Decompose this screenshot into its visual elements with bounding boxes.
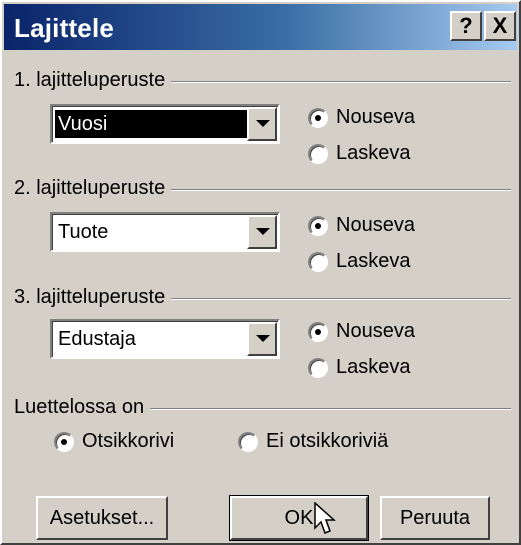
sort2-descending-radio[interactable]: Laskeva (308, 250, 411, 273)
group2-label: 2. lajitteluperuste (14, 177, 172, 200)
sort3-ascending-label: Nouseva (336, 320, 415, 342)
sort-key-3-value: Edustaja (58, 328, 136, 350)
mouse-pointer-icon (314, 502, 336, 534)
sort2-ascending-label: Nouseva (336, 214, 415, 236)
sort3-ascending-radio[interactable]: Nouseva (308, 320, 415, 343)
ok-button[interactable]: OK (229, 495, 369, 541)
sort-key-1-combo[interactable]: Vuosi (50, 104, 280, 144)
dialog-title: Lajittele (14, 13, 115, 43)
list-header-label: Luettelossa on (14, 396, 151, 419)
sort1-descending-label: Laskeva (336, 142, 411, 164)
no-header-row-label: Ei otsikkoriviä (266, 430, 389, 452)
options-button[interactable]: Asetukset... (36, 496, 168, 540)
radio-unselected-icon (308, 251, 328, 272)
sort-key-2-value: Tuote (58, 221, 109, 243)
sort3-descending-label: Laskeva (336, 356, 411, 378)
radio-selected-icon (308, 107, 328, 128)
sort-dialog: Lajittele ? X 1. lajitteluperuste Vuosi … (0, 0, 521, 545)
header-row-radio[interactable]: Otsikkorivi (54, 430, 174, 453)
dropdown-arrow-icon[interactable] (247, 107, 277, 141)
radio-unselected-icon (308, 357, 328, 378)
radio-selected-icon (54, 431, 74, 452)
help-button[interactable]: ? (450, 11, 482, 41)
sort1-ascending-label: Nouseva (336, 106, 415, 128)
radio-selected-icon (308, 215, 328, 236)
title-bar: Lajittele ? X (4, 4, 517, 50)
group3-label: 3. lajitteluperuste (14, 286, 172, 309)
cancel-button[interactable]: Peruuta (380, 496, 490, 540)
sort1-descending-radio[interactable]: Laskeva (308, 142, 411, 165)
radio-unselected-icon (238, 431, 258, 452)
dropdown-arrow-icon[interactable] (247, 215, 277, 249)
dropdown-arrow-icon[interactable] (247, 322, 277, 356)
radio-unselected-icon (308, 143, 328, 164)
sort-key-3-combo[interactable]: Edustaja (50, 319, 280, 359)
sort3-descending-radio[interactable]: Laskeva (308, 356, 411, 379)
sort-key-2-combo[interactable]: Tuote (50, 212, 280, 252)
sort-key-1-value: Vuosi (55, 110, 248, 138)
header-row-label: Otsikkorivi (82, 430, 175, 452)
no-header-row-radio[interactable]: Ei otsikkoriviä (238, 430, 388, 453)
radio-selected-icon (308, 321, 328, 342)
sort2-ascending-radio[interactable]: Nouseva (308, 214, 415, 237)
sort1-ascending-radio[interactable]: Nouseva (308, 106, 415, 129)
sort2-descending-label: Laskeva (336, 250, 411, 272)
group1-label: 1. lajitteluperuste (14, 69, 172, 92)
close-button[interactable]: X (484, 11, 516, 41)
